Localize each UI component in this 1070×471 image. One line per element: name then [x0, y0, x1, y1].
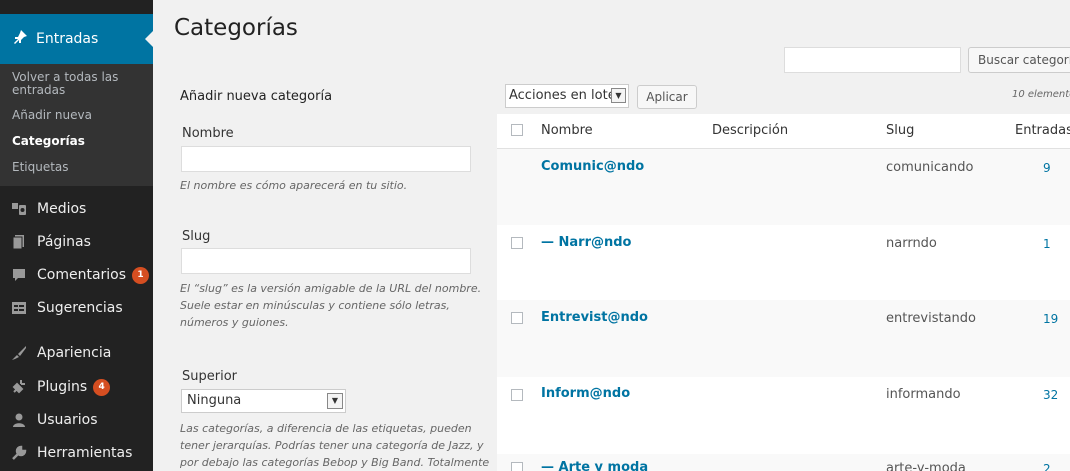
- row-checkbox[interactable]: [511, 312, 523, 324]
- category-slug: entrevistando: [886, 311, 976, 326]
- submenu-etiquetas[interactable]: Etiquetas: [0, 154, 153, 180]
- appearance-icon: [11, 345, 27, 361]
- category-name-link[interactable]: Entrevist@ndo: [541, 310, 648, 325]
- category-name-link[interactable]: — Arte y moda: [541, 460, 648, 471]
- category-count-link[interactable]: 1: [1043, 237, 1051, 251]
- table-row: — Narr@ndo narrndo 1: [497, 225, 1070, 300]
- row-checkbox[interactable]: [511, 462, 523, 471]
- chevron-down-icon: ▼: [611, 88, 626, 103]
- name-label: Nombre: [182, 126, 234, 141]
- tools-icon: [11, 445, 27, 461]
- menu-item-herramientas[interactable]: Herramientas: [0, 437, 153, 469]
- plugins-count-badge: 4: [93, 378, 111, 396]
- menu-label: Comentarios: [37, 267, 127, 283]
- menu-item-comentarios[interactable]: Comentarios 1: [0, 259, 153, 291]
- entradas-submenu: Volver a todas las entradas Añadir nueva…: [0, 64, 153, 186]
- bulk-actions-select[interactable]: Acciones en lote ▼: [505, 84, 629, 108]
- parent-selected-value: Ninguna: [187, 393, 242, 408]
- category-count-link[interactable]: 19: [1043, 312, 1058, 326]
- table-row: Inform@ndo informando 32: [497, 377, 1070, 454]
- slug-input[interactable]: [181, 248, 471, 274]
- search-input[interactable]: [784, 47, 961, 73]
- menu-label: Sugerencias: [37, 300, 123, 316]
- slug-label: Slug: [182, 229, 211, 244]
- parent-label: Superior: [182, 369, 237, 384]
- name-hint: El nombre es cómo aparecerá en tu sitio.: [180, 179, 408, 192]
- category-name-link[interactable]: Comunic@ndo: [541, 159, 644, 174]
- submenu-anadir-nueva[interactable]: Añadir nueva: [0, 102, 153, 128]
- plugins-icon: [11, 379, 27, 395]
- parent-select[interactable]: Ninguna ▼: [181, 389, 346, 413]
- column-header-slug[interactable]: Slug: [886, 123, 914, 138]
- category-slug: narrndo: [886, 236, 937, 251]
- menu-item-plugins[interactable]: Plugins 4: [0, 371, 153, 403]
- menu-item-usuarios[interactable]: Usuarios: [0, 404, 153, 436]
- categories-table: Nombre Descripción Slug Entradas Comunic…: [497, 114, 1070, 471]
- select-all-checkbox[interactable]: [511, 124, 523, 136]
- chevron-down-icon: ▼: [327, 393, 343, 409]
- menu-label: Páginas: [37, 234, 91, 250]
- table-row: — Arte y moda arte-y-moda 2: [497, 454, 1070, 471]
- row-checkbox[interactable]: [511, 237, 523, 249]
- users-icon: [11, 412, 27, 428]
- table-header: Nombre Descripción Slug Entradas: [497, 114, 1070, 149]
- pages-icon: [11, 234, 27, 250]
- category-count-link[interactable]: 32: [1043, 388, 1058, 402]
- pushpin-icon: [12, 29, 28, 49]
- category-slug: arte-y-moda: [886, 461, 966, 471]
- submenu-categorias[interactable]: Categorías: [0, 128, 153, 154]
- menu-label: Medios: [37, 201, 87, 217]
- menu-label: Plugins: [37, 379, 88, 395]
- comments-icon: [11, 267, 27, 283]
- table-row: Entrevist@ndo entrevistando 19: [497, 300, 1070, 377]
- category-name-link[interactable]: — Narr@ndo: [541, 235, 632, 250]
- parent-hint: Las categorías, a diferencia de las etiq…: [180, 422, 490, 469]
- media-icon: [11, 201, 27, 217]
- menu-label: Herramientas: [37, 445, 133, 461]
- menu-item-paginas[interactable]: Páginas: [0, 226, 153, 258]
- name-input[interactable]: [181, 146, 471, 172]
- admin-sidebar: Entradas Volver a todas las entradas Aña…: [0, 0, 153, 471]
- comments-count-badge: 1: [132, 266, 150, 284]
- row-checkbox[interactable]: [511, 389, 523, 401]
- bulk-actions-value: Acciones en lote: [509, 88, 616, 103]
- column-header-count[interactable]: Entradas: [1015, 123, 1070, 138]
- category-count-link[interactable]: 9: [1043, 161, 1051, 175]
- column-header-description[interactable]: Descripción: [712, 123, 788, 138]
- menu-item-apariencia[interactable]: Apariencia: [0, 337, 153, 369]
- table-row: Comunic@ndo comunicando 9: [497, 149, 1070, 225]
- form-heading: Añadir nueva categoría: [180, 89, 333, 104]
- suggestions-icon: [11, 300, 27, 316]
- category-count-link[interactable]: 2: [1043, 462, 1051, 471]
- column-header-name[interactable]: Nombre: [541, 123, 593, 138]
- menu-label: Entradas: [36, 31, 99, 47]
- item-count: 10 elementos: [1012, 89, 1070, 100]
- menu-item-entradas[interactable]: Entradas: [0, 14, 153, 64]
- menu-label: Usuarios: [37, 412, 98, 428]
- apply-button[interactable]: Aplicar: [637, 85, 697, 109]
- submenu-volver[interactable]: Volver a todas las entradas: [0, 68, 153, 102]
- slug-hint: El “slug” es la versión amigable de la U…: [180, 282, 482, 329]
- category-slug: informando: [886, 387, 961, 402]
- menu-item-sugerencias[interactable]: Sugerencias: [0, 292, 153, 324]
- menu-item-medios[interactable]: Medios: [0, 193, 153, 225]
- category-slug: comunicando: [886, 160, 974, 175]
- menu-label: Apariencia: [37, 345, 112, 361]
- page-title: Categorías: [174, 15, 298, 41]
- search-categories-button[interactable]: Buscar categorías: [968, 47, 1070, 73]
- category-name-link[interactable]: Inform@ndo: [541, 386, 630, 401]
- current-arrow: [145, 31, 153, 47]
